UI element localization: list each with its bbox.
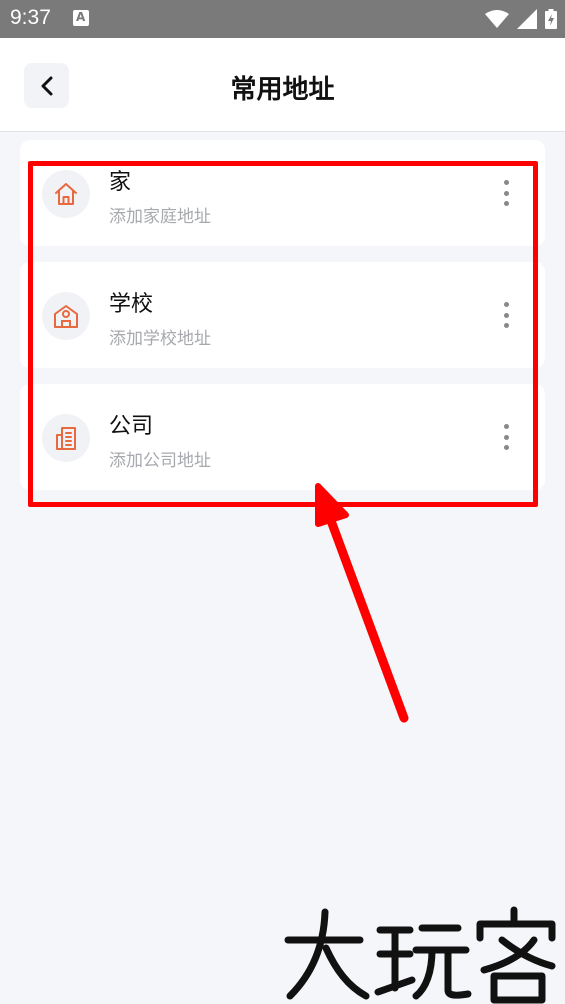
notification-a-icon — [73, 10, 89, 26]
address-title: 家 — [109, 170, 132, 195]
dot — [503, 302, 509, 307]
address-item-home[interactable]: 家 添加家庭地址 — [20, 140, 545, 246]
header: 常用地址 — [0, 38, 565, 132]
icon-circle — [42, 414, 90, 462]
page-title: 常用地址 — [230, 75, 335, 105]
watermark-logo — [284, 906, 556, 1004]
status-time: 9:37 — [10, 6, 51, 29]
more-options-button[interactable] — [494, 176, 518, 210]
dot — [503, 434, 509, 440]
icon-circle — [42, 292, 90, 340]
more-options-button[interactable] — [494, 420, 518, 454]
address-item-school[interactable]: 学校 添加学校地址 — [20, 262, 545, 368]
status-icons — [485, 8, 557, 30]
address-title: 学校 — [109, 292, 154, 317]
dot — [503, 180, 509, 185]
dot — [503, 424, 509, 429]
dot — [503, 445, 509, 450]
address-subtitle: 添加家庭地址 — [109, 207, 211, 227]
office-building-icon — [56, 427, 76, 450]
signal-icon — [517, 9, 537, 29]
dot — [503, 323, 509, 328]
school-icon — [54, 305, 78, 328]
dot — [503, 201, 509, 206]
address-item-office[interactable]: 公司 添加公司地址 — [20, 384, 545, 490]
more-options-button[interactable] — [494, 298, 518, 332]
battery-icon — [545, 9, 557, 29]
address-title: 公司 — [109, 414, 154, 439]
status-bar: 9:37 — [0, 0, 565, 38]
icon-circle — [42, 170, 90, 218]
home-icon — [55, 183, 77, 205]
dot — [503, 190, 509, 196]
address-subtitle: 添加公司地址 — [109, 451, 211, 471]
dot — [503, 312, 509, 318]
address-subtitle: 添加学校地址 — [109, 329, 211, 349]
wifi-icon — [485, 10, 509, 28]
